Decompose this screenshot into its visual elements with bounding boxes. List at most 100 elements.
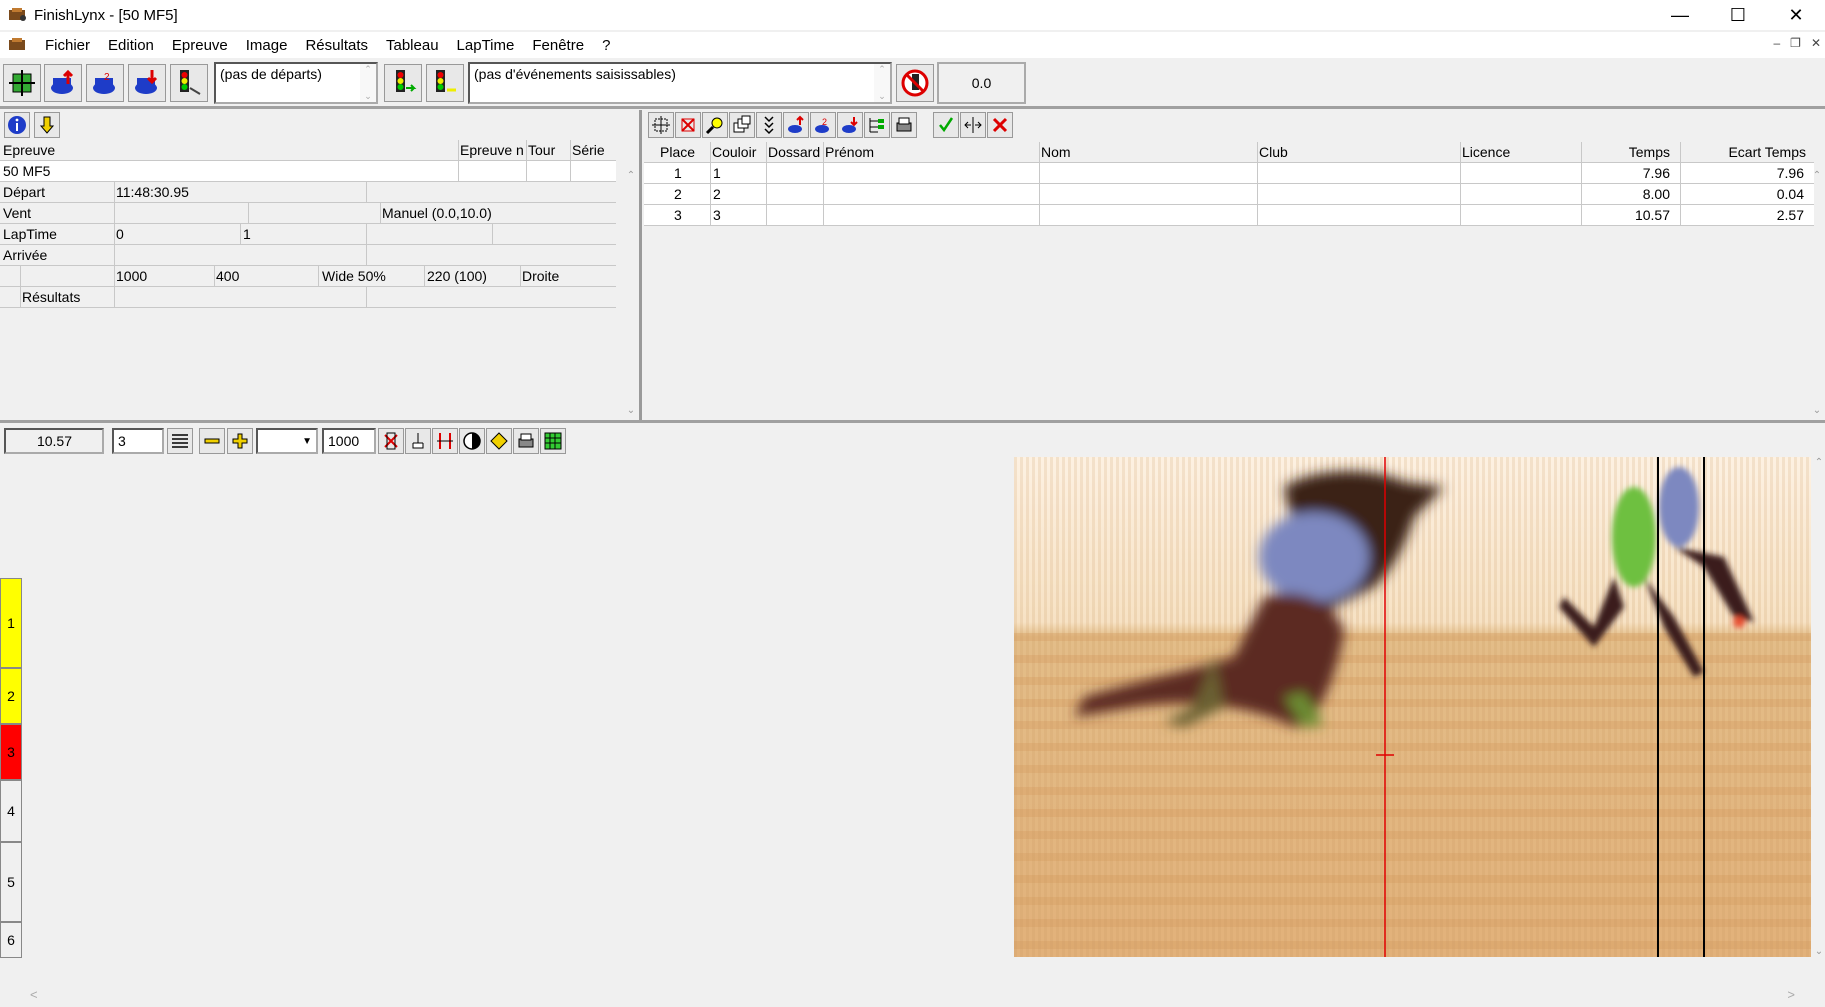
col-nom[interactable]: Nom — [1041, 144, 1071, 160]
scroll-left-icon[interactable]: < — [30, 987, 38, 1002]
laptime-a[interactable]: 0 — [116, 226, 124, 242]
lane-1[interactable]: 1 — [0, 578, 22, 668]
events-list[interactable]: (pas d'événements saisissables) ⌃ ⌄ — [468, 62, 892, 104]
menu-tableau[interactable]: Tableau — [377, 37, 448, 54]
document-icon[interactable] — [8, 37, 28, 53]
event-panel-scrollbar[interactable]: ⌃ ⌄ — [623, 166, 639, 420]
col-ecart[interactable]: Ecart Temps — [1728, 144, 1806, 160]
camera-density[interactable]: 400 — [216, 268, 239, 284]
image-vscrollbar[interactable]: ⌃ ⌄ — [1813, 457, 1825, 957]
camera-direction[interactable]: Droite — [522, 268, 559, 284]
import-results-icon — [842, 117, 858, 133]
col-couloir[interactable]: Couloir — [712, 144, 756, 160]
export-2-button[interactable]: 2 — [810, 112, 836, 138]
print-button[interactable] — [891, 112, 917, 138]
windows-button[interactable] — [729, 112, 755, 138]
download-button[interactable] — [34, 112, 60, 138]
hand-button[interactable] — [405, 428, 431, 454]
event-name[interactable]: 50 MF5 — [3, 163, 50, 179]
maximize-button[interactable]: ☐ — [1709, 0, 1767, 30]
zoom-out-button[interactable] — [199, 428, 225, 454]
table-row[interactable]: 3 3 10.57 2.57 — [644, 205, 1814, 226]
minimize-button[interactable]: — — [1651, 0, 1709, 30]
event-name-row[interactable]: 50 MF5 — [0, 161, 616, 182]
table-row[interactable]: 1 1 7.96 7.96 — [644, 163, 1814, 184]
print-image-button[interactable] — [513, 428, 539, 454]
clear-image-button[interactable] — [378, 428, 404, 454]
import-button[interactable] — [128, 64, 166, 102]
scroll-right-icon[interactable]: > — [1787, 987, 1795, 1002]
col-club[interactable]: Club — [1259, 144, 1288, 160]
menu-resultats[interactable]: Résultats — [296, 37, 377, 54]
printer-icon — [518, 433, 534, 448]
mdi-restore-icon[interactable]: ❐ — [1790, 36, 1801, 50]
printer-icon — [896, 117, 912, 132]
open-event-button[interactable] — [44, 64, 82, 102]
laptime-b[interactable]: 1 — [243, 226, 251, 242]
menu-edition[interactable]: Edition — [99, 37, 163, 54]
mdi-close-icon[interactable]: ✕ — [1811, 36, 1821, 50]
close-button[interactable]: ✕ — [1767, 0, 1825, 30]
menu-laptime[interactable]: LapTime — [448, 37, 524, 54]
grid-button[interactable] — [540, 428, 566, 454]
image-hscrollbar[interactable]: < > — [0, 983, 1825, 1005]
import-results-button[interactable] — [837, 112, 863, 138]
density-input[interactable]: 1000 — [322, 428, 376, 454]
col-temps[interactable]: Temps — [1629, 144, 1670, 160]
split-button[interactable] — [960, 112, 986, 138]
photo-finish-image[interactable] — [1014, 457, 1811, 957]
camera-gain[interactable]: 220 (100) — [427, 268, 487, 284]
capture-button[interactable] — [3, 64, 41, 102]
info-button[interactable] — [4, 112, 30, 138]
col-licence[interactable]: Licence — [1462, 144, 1510, 160]
menu-epreuve[interactable]: Epreuve — [163, 37, 237, 54]
lane-6[interactable]: 6 — [0, 922, 22, 958]
results-scrollbar[interactable]: ⌃ ⌄ — [1809, 166, 1825, 420]
accept-button[interactable] — [933, 112, 959, 138]
start-time[interactable]: 11:48:30.95 — [116, 184, 189, 200]
lane-list-button[interactable] — [167, 428, 193, 454]
lane-4[interactable]: 4 — [0, 780, 22, 842]
lane-3[interactable]: 3 — [0, 724, 22, 780]
wind-gauge-icon — [901, 69, 929, 97]
contrast-icon — [463, 432, 481, 450]
menu-fichier[interactable]: Fichier — [36, 37, 99, 54]
menu-help[interactable]: ? — [593, 37, 619, 54]
zoom-button[interactable] — [702, 112, 728, 138]
zoom-in-button[interactable] — [227, 428, 253, 454]
delete-button[interactable] — [987, 112, 1013, 138]
lane-2[interactable]: 2 — [0, 668, 22, 724]
table-row[interactable]: 2 2 8.00 0.04 — [644, 184, 1814, 205]
zoom-select[interactable]: ▼ — [256, 428, 318, 454]
lane-5[interactable]: 5 — [0, 842, 22, 922]
start-sensor-button[interactable] — [170, 64, 208, 102]
col-prenom[interactable]: Prénom — [825, 144, 874, 160]
tree-button[interactable] — [864, 112, 890, 138]
starts-list[interactable]: (pas de départs) ⌃ ⌄ — [214, 62, 378, 104]
mdi-minimize-icon[interactable]: – — [1773, 36, 1780, 50]
select-all-button[interactable] — [648, 112, 674, 138]
brightness-button[interactable] — [486, 428, 512, 454]
cursor-lines-button[interactable] — [432, 428, 458, 454]
camera-frame-rate[interactable]: 1000 — [116, 268, 147, 284]
row-place: 2 — [674, 186, 682, 202]
export-button[interactable] — [783, 112, 809, 138]
clear-button[interactable] — [675, 112, 701, 138]
col-place[interactable]: Place — [660, 144, 695, 160]
menu-fenetre[interactable]: Fenêtre — [523, 37, 593, 54]
title-bar: FinishLynx - [50 MF5] — ☐ ✕ — [0, 0, 1825, 30]
camera-lens[interactable]: Wide 50% — [322, 268, 386, 284]
menu-image[interactable]: Image — [237, 37, 297, 54]
col-dossard[interactable]: Dossard — [768, 144, 820, 160]
traffic-stop-button[interactable] — [426, 64, 464, 102]
events-list-scroll[interactable]: ⌃ ⌄ — [874, 64, 890, 102]
wind-value[interactable]: Manuel (0.0,10.0) — [382, 205, 492, 221]
no-wind-button[interactable] — [896, 64, 934, 102]
lane-input[interactable]: 3 — [112, 428, 164, 454]
contrast-button[interactable] — [459, 428, 485, 454]
traffic-arm-button[interactable] — [384, 64, 422, 102]
starts-list-scroll[interactable]: ⌃ ⌄ — [360, 64, 376, 102]
save-event-button[interactable]: 2 — [86, 64, 124, 102]
sort-button[interactable] — [756, 112, 782, 138]
event-info-panel: Epreuve Epreuve n Tour Série 50 MF5 Dépa… — [0, 110, 642, 420]
